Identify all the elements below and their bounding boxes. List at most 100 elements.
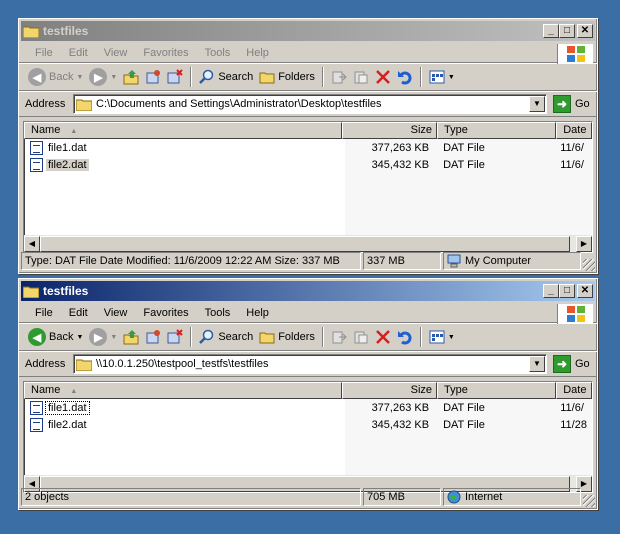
forward-button[interactable]: ▶ ▼: [86, 326, 120, 348]
search-button[interactable]: Search: [196, 326, 256, 348]
back-button[interactable]: ◀ Back ▼: [25, 326, 86, 348]
menu-edit[interactable]: Edit: [61, 307, 96, 319]
address-input[interactable]: \\10.0.1.250\testpool_testfs\testfiles ▼: [73, 354, 547, 374]
forward-button[interactable]: ▶ ▼: [86, 66, 120, 88]
column-header-size[interactable]: Size: [341, 122, 438, 139]
file-name[interactable]: file1.dat: [46, 142, 89, 154]
scroll-thumb[interactable]: [40, 235, 570, 252]
scroll-left-button[interactable]: ◀: [24, 235, 40, 252]
back-button[interactable]: ◀ Back ▼: [25, 66, 86, 88]
explorer-window-local: testfiles _ □ ✕ File Edit View Favorites…: [18, 18, 598, 274]
toolbar-separator: [190, 67, 193, 87]
menu-favorites[interactable]: Favorites: [135, 47, 196, 59]
delete-button[interactable]: [372, 66, 394, 88]
chevron-down-icon[interactable]: ▼: [110, 334, 117, 341]
menu-tools[interactable]: Tools: [197, 307, 239, 319]
toolbar-separator: [321, 67, 324, 87]
file-list[interactable]: Name ▲ Size Type Date file1.dat 377,263 K…: [23, 121, 593, 253]
menu-help[interactable]: Help: [238, 47, 277, 59]
views-button[interactable]: ▼: [426, 326, 458, 348]
column-header-type[interactable]: Type: [437, 122, 557, 139]
address-text: C:\Documents and Settings\Administrator\…: [96, 98, 382, 110]
table-row[interactable]: file2.dat 345,432 KB DAT File 11/6/: [24, 156, 592, 173]
chevron-down-icon[interactable]: ▼: [76, 74, 83, 81]
folders-button[interactable]: Folders: [256, 326, 318, 348]
menu-favorites[interactable]: Favorites: [135, 307, 196, 319]
windows-logo-icon: [557, 44, 593, 64]
file-name[interactable]: file2.dat: [46, 158, 89, 171]
maximize-button[interactable]: □: [559, 24, 575, 38]
minimize-button[interactable]: _: [543, 284, 559, 298]
resize-grip[interactable]: [583, 495, 595, 507]
table-row[interactable]: file2.dat 345,432 KB DAT File 11/28: [24, 416, 592, 433]
toolbar-separator: [419, 327, 422, 347]
list-header: Name ▲ Size Type Date: [24, 122, 592, 139]
menu-help[interactable]: Help: [238, 307, 277, 319]
move-to-button[interactable]: [328, 326, 350, 348]
delete-button[interactable]: [372, 326, 394, 348]
toolbar-separator: [190, 327, 193, 347]
table-row[interactable]: file1.dat 377,263 KB DAT File 11/6/: [24, 139, 592, 156]
move-to-button[interactable]: [328, 66, 350, 88]
file-size: 345,432 KB: [371, 418, 430, 431]
file-list[interactable]: Name ▲ Size Type Date file1.dat 377,263 K…: [23, 381, 593, 493]
explorer-window-network: testfiles _ □ ✕ File Edit View Favorites…: [18, 278, 598, 510]
chevron-down-icon[interactable]: ▼: [110, 74, 117, 81]
delete-icon: [376, 70, 390, 84]
close-button[interactable]: ✕: [577, 24, 593, 38]
column-header-type[interactable]: Type: [437, 382, 557, 399]
file-name[interactable]: file1.dat: [45, 400, 90, 415]
column-header-name[interactable]: Name ▲: [24, 382, 342, 399]
file-size: 377,263 KB: [371, 141, 430, 154]
standard-toolbar: ◀ Back ▼ ▶ ▼ Search Folders ▼: [19, 323, 597, 351]
column-header-date[interactable]: Date: [556, 122, 592, 139]
title-bar[interactable]: testfiles _ □ ✕: [21, 21, 595, 41]
go-arrow-icon: ➜: [553, 95, 571, 113]
menu-file[interactable]: File: [27, 307, 61, 319]
menu-file[interactable]: File: [27, 47, 61, 59]
folders-icon: [259, 72, 275, 84]
address-dropdown-button[interactable]: ▼: [529, 356, 545, 372]
close-button[interactable]: ✕: [577, 284, 593, 298]
horizontal-scrollbar[interactable]: ◀ ▶: [24, 235, 592, 252]
address-bar: Address C:\Documents and Settings\Admini…: [19, 91, 597, 117]
column-header-size[interactable]: Size: [341, 382, 438, 399]
column-header-date[interactable]: Date: [556, 382, 592, 399]
folder-options-button[interactable]: [142, 326, 164, 348]
go-button[interactable]: ➜ Go: [547, 355, 597, 373]
file-name[interactable]: file2.dat: [46, 419, 89, 431]
delete-folder-button[interactable]: [164, 66, 186, 88]
menu-tools[interactable]: Tools: [197, 47, 239, 59]
address-dropdown-button[interactable]: ▼: [529, 96, 545, 112]
scroll-right-button[interactable]: ▶: [576, 235, 592, 252]
up-folder-button[interactable]: [120, 66, 142, 88]
maximize-button[interactable]: □: [559, 284, 575, 298]
address-input[interactable]: C:\Documents and Settings\Administrator\…: [73, 94, 547, 114]
file-date: 11/6/: [560, 401, 584, 414]
copy-to-button[interactable]: [350, 66, 372, 88]
undo-button[interactable]: [394, 66, 416, 88]
folder-options-button[interactable]: [142, 66, 164, 88]
up-folder-button[interactable]: [120, 326, 142, 348]
title-bar[interactable]: testfiles _ □ ✕: [21, 281, 595, 301]
chevron-down-icon[interactable]: ▼: [448, 334, 455, 341]
menu-edit[interactable]: Edit: [61, 47, 96, 59]
copy-to-button[interactable]: [350, 326, 372, 348]
views-button[interactable]: ▼: [426, 66, 458, 88]
window-title: testfiles: [43, 24, 89, 38]
go-button[interactable]: ➜ Go: [547, 95, 597, 113]
search-button[interactable]: Search: [196, 66, 256, 88]
folders-button[interactable]: Folders: [256, 66, 318, 88]
status-zone: My Computer: [443, 252, 581, 270]
resize-grip[interactable]: [583, 259, 595, 271]
chevron-down-icon[interactable]: ▼: [448, 74, 455, 81]
menu-view[interactable]: View: [96, 307, 136, 319]
undo-button[interactable]: [394, 326, 416, 348]
search-icon: [199, 329, 214, 344]
column-header-name[interactable]: Name ▲: [24, 122, 342, 139]
menu-view[interactable]: View: [96, 47, 136, 59]
chevron-down-icon[interactable]: ▼: [76, 334, 83, 341]
delete-folder-button[interactable]: [164, 326, 186, 348]
minimize-button[interactable]: _: [543, 24, 559, 38]
table-row[interactable]: file1.dat 377,263 KB DAT File 11/6/: [24, 399, 592, 416]
